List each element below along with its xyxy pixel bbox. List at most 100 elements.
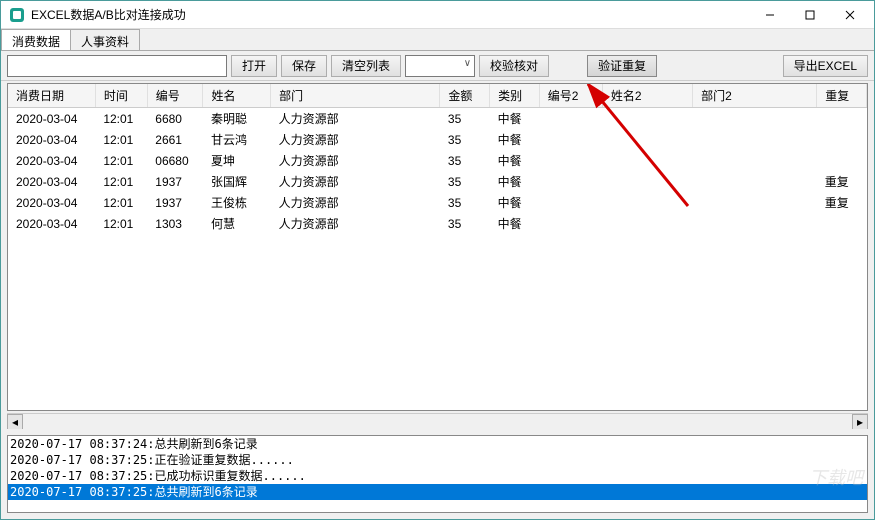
titlebar: EXCEL数据A/B比对连接成功 [1,1,874,29]
table-cell [539,129,602,150]
table-cell: 人力资源部 [271,171,440,192]
table-cell [693,171,817,192]
check-button[interactable]: 校验核对 [479,55,549,77]
table-cell: 12:01 [95,213,147,234]
table-row[interactable]: 2020-03-0412:012661甘云鸿人力资源部35中餐 [8,129,867,150]
table-cell: 2020-03-04 [8,171,95,192]
window-title: EXCEL数据A/B比对连接成功 [31,6,750,23]
table-cell: 人力资源部 [271,213,440,234]
open-button[interactable]: 打开 [231,55,277,77]
tab-bar: 消费数据 人事资料 [1,29,874,51]
log-panel[interactable]: 2020-07-17 08:37:24:总共刷新到6条记录2020-07-17 … [7,435,868,513]
export-excel-button[interactable]: 导出EXCEL [783,55,868,77]
log-line[interactable]: 2020-07-17 08:37:24:总共刷新到6条记录 [8,436,867,452]
table-cell: 35 [440,129,490,150]
column-header[interactable]: 时间 [95,84,147,108]
column-header[interactable]: 姓名 [203,84,271,108]
table-cell: 35 [440,150,490,171]
table-cell: 中餐 [490,213,540,234]
table-cell: 2020-03-04 [8,213,95,234]
table-cell [539,108,602,130]
table-cell [539,192,602,213]
table-cell: 1937 [147,192,203,213]
chevron-down-icon: ∨ [464,58,471,69]
table-cell: 2020-03-04 [8,108,95,130]
table-cell [602,108,692,130]
window-controls [750,2,870,28]
scroll-left-icon[interactable]: ◂ [7,414,23,430]
table-cell: 06680 [147,150,203,171]
table-cell [539,213,602,234]
table-cell: 12:01 [95,192,147,213]
table-cell [693,150,817,171]
column-header[interactable]: 部门2 [693,84,817,108]
app-window: EXCEL数据A/B比对连接成功 消费数据 人事资料 打开 保存 清空列表 ∨ … [0,0,875,520]
table-cell: 人力资源部 [271,129,440,150]
table-cell [602,213,692,234]
table-cell [693,108,817,130]
save-button[interactable]: 保存 [281,55,327,77]
table-cell: 1937 [147,171,203,192]
table-cell [817,213,867,234]
minimize-button[interactable] [750,2,790,28]
column-header[interactable]: 金额 [440,84,490,108]
table-cell: 人力资源部 [271,108,440,130]
table-cell: 人力资源部 [271,150,440,171]
toolbar: 打开 保存 清空列表 ∨ 校验核对 验证重复 导出EXCEL [1,51,874,81]
column-header[interactable]: 编号2 [539,84,602,108]
table-cell [539,171,602,192]
data-table: 消费日期时间编号姓名部门金额类别编号2姓名2部门2重复 2020-03-0412… [8,84,867,234]
column-header[interactable]: 类别 [490,84,540,108]
table-row[interactable]: 2020-03-0412:011303何慧人力资源部35中餐 [8,213,867,234]
search-input[interactable] [7,55,227,77]
table-cell: 35 [440,171,490,192]
table-cell: 12:01 [95,108,147,130]
table-cell [693,213,817,234]
table-cell: 重复 [817,192,867,213]
column-header[interactable]: 姓名2 [602,84,692,108]
app-icon [9,7,25,23]
table-row[interactable]: 2020-03-0412:011937王俊栋人力资源部35中餐重复 [8,192,867,213]
column-header[interactable]: 消费日期 [8,84,95,108]
table-cell: 中餐 [490,150,540,171]
scroll-right-icon[interactable]: ▸ [852,414,868,430]
table-cell: 夏坤 [203,150,271,171]
table-cell: 35 [440,108,490,130]
table-cell [539,150,602,171]
table-cell [817,150,867,171]
table-cell [602,150,692,171]
column-header[interactable]: 编号 [147,84,203,108]
table-row[interactable]: 2020-03-0412:0106680夏坤人力资源部35中餐 [8,150,867,171]
table-row[interactable]: 2020-03-0412:011937张国辉人力资源部35中餐重复 [8,171,867,192]
log-line[interactable]: 2020-07-17 08:37:25:总共刷新到6条记录 [8,484,867,500]
column-header[interactable]: 部门 [271,84,440,108]
table-cell: 6680 [147,108,203,130]
log-line[interactable]: 2020-07-17 08:37:25:已成功标识重复数据...... [8,468,867,484]
table-cell: 2661 [147,129,203,150]
table-cell: 何慧 [203,213,271,234]
table-cell: 35 [440,213,490,234]
column-header[interactable]: 重复 [817,84,867,108]
table-cell [602,192,692,213]
data-table-container[interactable]: 消费日期时间编号姓名部门金额类别编号2姓名2部门2重复 2020-03-0412… [7,83,868,411]
clear-list-button[interactable]: 清空列表 [331,55,401,77]
table-row[interactable]: 2020-03-0412:016680秦明聪人力资源部35中餐 [8,108,867,130]
table-cell [693,129,817,150]
table-cell [602,129,692,150]
verify-duplicate-button[interactable]: 验证重复 [587,55,657,77]
table-cell: 重复 [817,171,867,192]
log-line[interactable]: 2020-07-17 08:37:25:正在验证重复数据...... [8,452,867,468]
table-cell: 12:01 [95,150,147,171]
table-cell: 1303 [147,213,203,234]
horizontal-scrollbar[interactable]: ◂ ▸ [7,413,868,429]
table-cell: 中餐 [490,108,540,130]
tab-consumption[interactable]: 消费数据 [1,29,71,50]
table-cell: 2020-03-04 [8,150,95,171]
splitter[interactable] [1,429,874,433]
table-cell: 张国辉 [203,171,271,192]
tab-personnel[interactable]: 人事资料 [70,29,140,50]
table-cell [693,192,817,213]
close-button[interactable] [830,2,870,28]
maximize-button[interactable] [790,2,830,28]
table-cell: 2020-03-04 [8,129,95,150]
